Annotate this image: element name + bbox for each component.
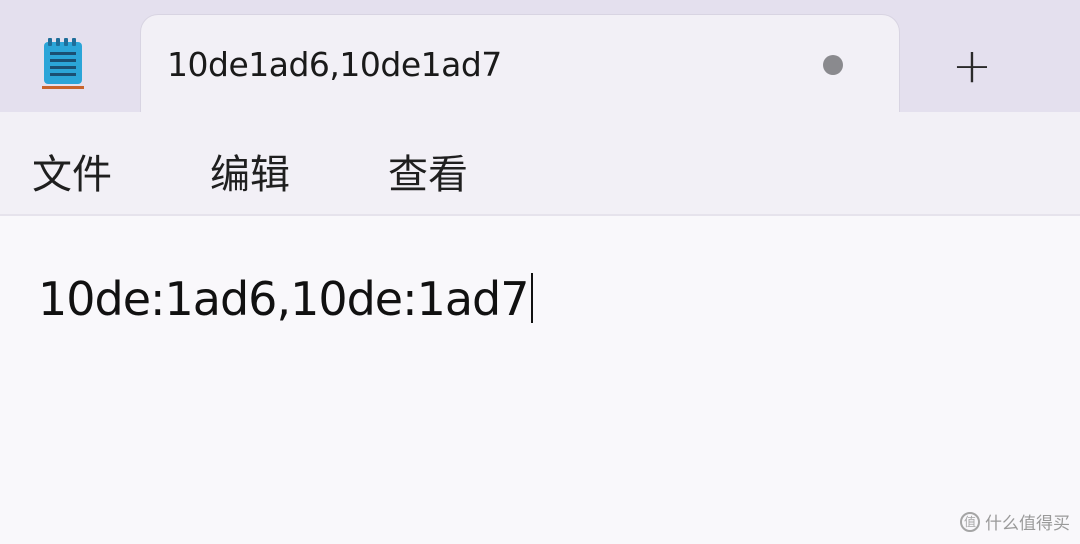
tab-title: 10de1ad6,10de1ad7 (167, 45, 502, 84)
editor-content: 10de:1ad6,10de:1ad7 (38, 272, 530, 326)
unsaved-indicator-icon[interactable] (823, 55, 843, 75)
title-bar: 10de1ad6,10de1ad7 + (0, 0, 1080, 114)
text-caret (530, 273, 533, 323)
notepad-window: 10de1ad6,10de1ad7 + 文件 编辑 查看 10de:1ad6,1… (0, 0, 1080, 544)
watermark-text: 什么值得买 (985, 514, 1070, 534)
watermark-logo-icon: 值 (960, 511, 980, 532)
watermark: 值 什么值得买 (960, 509, 1070, 534)
menu-bar: 文件 编辑 查看 (0, 112, 1080, 216)
menu-edit[interactable]: 编辑 (210, 142, 290, 200)
menu-view[interactable]: 查看 (388, 142, 468, 200)
text-editor[interactable]: 10de:1ad6,10de:1ad7 值 什么值得买 (0, 216, 1080, 544)
new-tab-button[interactable]: + (930, 36, 1014, 96)
tab-document[interactable]: 10de1ad6,10de1ad7 (140, 14, 900, 114)
editor-line[interactable]: 10de:1ad6,10de:1ad7 (38, 272, 533, 326)
menu-file[interactable]: 文件 (32, 142, 112, 200)
notepad-icon (42, 36, 84, 90)
